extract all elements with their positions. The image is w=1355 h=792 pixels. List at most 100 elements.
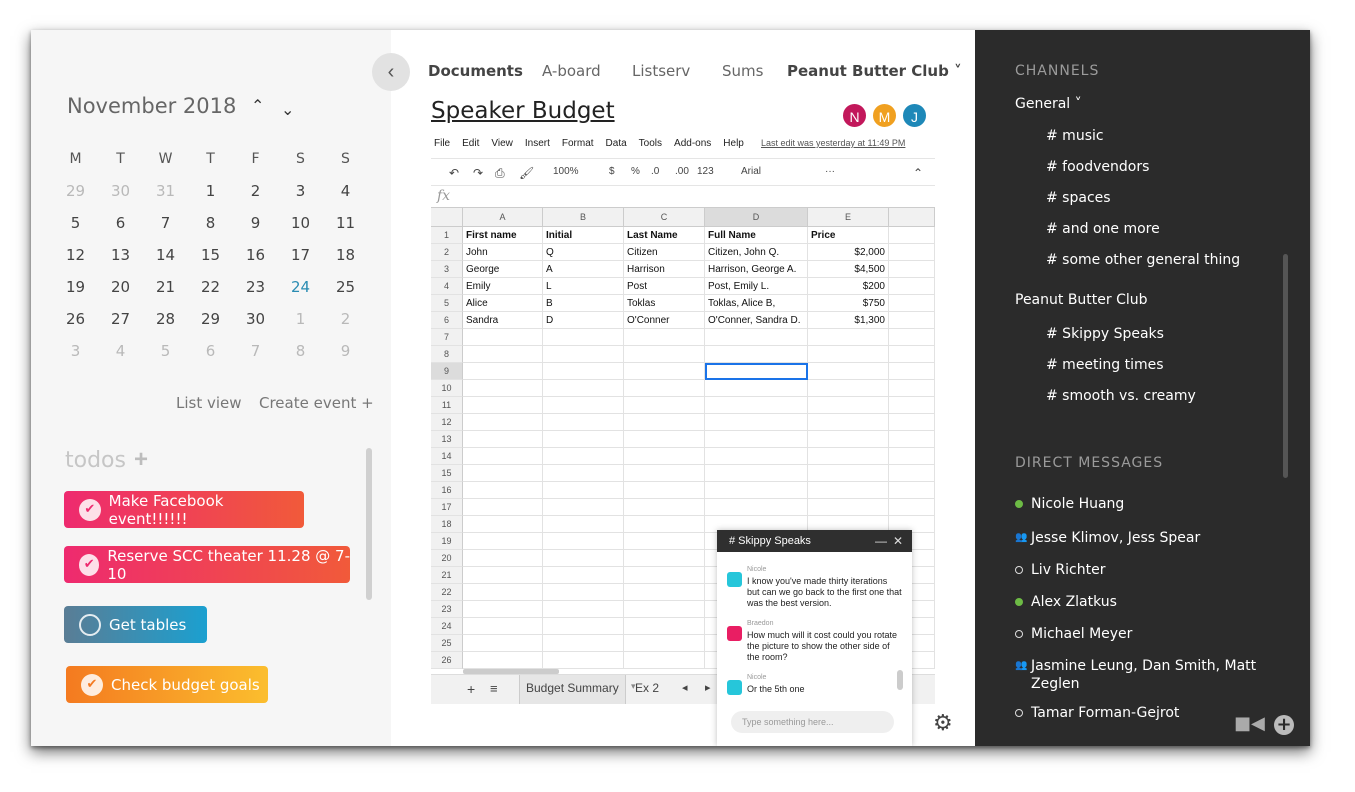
add-todo-button[interactable]: + — [134, 446, 148, 474]
grid-cell[interactable] — [808, 499, 889, 516]
calendar-day[interactable]: 29 — [53, 175, 98, 207]
last-edit-link[interactable]: Last edit was yesterday at 11:49 PM — [761, 138, 905, 148]
row-header[interactable]: 15 — [431, 465, 463, 482]
grid-cell[interactable] — [543, 516, 624, 533]
grid-cell[interactable] — [463, 499, 543, 516]
row-header[interactable]: 26 — [431, 652, 463, 669]
grid-cell[interactable]: First name — [463, 227, 543, 244]
grid-cell[interactable]: Harrison, George A. — [705, 261, 808, 278]
column-header[interactable]: D — [705, 208, 808, 227]
grid-cell[interactable] — [624, 363, 705, 380]
grid-cell[interactable] — [705, 414, 808, 431]
calendar-day[interactable]: 14 — [143, 239, 188, 271]
column-header[interactable]: E — [808, 208, 889, 227]
grid-cell[interactable]: Last Name — [624, 227, 705, 244]
grid-cell[interactable] — [543, 652, 624, 669]
video-icon[interactable]: ■◀ — [1234, 713, 1265, 734]
checkmark-icon[interactable]: ✔ — [81, 673, 103, 696]
grid-cell[interactable] — [463, 380, 543, 397]
grid-cell[interactable] — [624, 635, 705, 652]
row-header[interactable]: 14 — [431, 448, 463, 465]
channel-item[interactable]: # foodvendors — [1046, 159, 1149, 175]
close-icon[interactable]: ✕ — [893, 530, 903, 552]
grid-cell[interactable] — [624, 499, 705, 516]
grid-cell[interactable] — [808, 448, 889, 465]
menu-item[interactable]: Tools — [639, 138, 662, 149]
grid-cell[interactable] — [543, 601, 624, 618]
grid-cell[interactable]: B — [543, 295, 624, 312]
channel-item[interactable]: # Skippy Speaks — [1046, 326, 1164, 342]
grid-cell[interactable] — [543, 550, 624, 567]
grid-cell[interactable] — [705, 431, 808, 448]
calendar-day[interactable]: 23 — [233, 271, 278, 303]
grid-cell[interactable] — [463, 465, 543, 482]
grid-cell[interactable] — [889, 363, 935, 380]
grid-cell[interactable] — [889, 380, 935, 397]
grid-cell[interactable]: A — [543, 261, 624, 278]
grid-cell[interactable] — [889, 499, 935, 516]
collapse-toolbar-icon[interactable]: ⌃ — [913, 166, 923, 180]
grid-cell[interactable] — [889, 312, 935, 329]
row-header[interactable]: 13 — [431, 431, 463, 448]
grid-cell[interactable] — [808, 397, 889, 414]
grid-cell[interactable]: Post — [624, 278, 705, 295]
todo-item[interactable]: ✔ Check budget goals — [66, 666, 268, 703]
grid-cell[interactable]: $4,500 — [808, 261, 889, 278]
menu-item[interactable]: Insert — [525, 138, 550, 149]
grid-cell[interactable] — [624, 516, 705, 533]
grid-cell[interactable] — [624, 346, 705, 363]
row-header[interactable]: 23 — [431, 601, 463, 618]
grid-cell[interactable] — [889, 295, 935, 312]
grid-cell[interactable] — [889, 227, 935, 244]
grid-cell[interactable] — [463, 363, 543, 380]
calendar-day[interactable]: 25 — [323, 271, 368, 303]
row-header[interactable]: 6 — [431, 312, 463, 329]
column-header[interactable] — [889, 208, 935, 227]
row-header[interactable]: 20 — [431, 550, 463, 567]
grid-cell[interactable]: Toklas, Alice B, — [705, 295, 808, 312]
grid-cell[interactable] — [889, 346, 935, 363]
tab-sums[interactable]: Sums — [722, 62, 763, 80]
chat-scrollbar[interactable] — [897, 670, 903, 690]
row-header[interactable]: 8 — [431, 346, 463, 363]
zoom-select[interactable]: 100% — [553, 166, 579, 177]
row-header[interactable]: 24 — [431, 618, 463, 635]
calendar-day[interactable]: 28 — [143, 303, 188, 335]
column-header[interactable]: A — [463, 208, 543, 227]
grid-cell[interactable] — [543, 618, 624, 635]
grid-cell[interactable] — [624, 380, 705, 397]
sidebar-scrollbar[interactable] — [1283, 254, 1288, 478]
grid-cell[interactable]: O'Conner, Sandra D. — [705, 312, 808, 329]
grid-cell[interactable] — [463, 482, 543, 499]
calendar-day[interactable]: 8 — [188, 207, 233, 239]
grid-cell[interactable] — [624, 431, 705, 448]
calendar-day[interactable]: 31 — [143, 175, 188, 207]
grid-cell[interactable] — [624, 465, 705, 482]
grid-cell[interactable] — [705, 329, 808, 346]
calendar-day[interactable]: 30 — [233, 303, 278, 335]
all-sheets-icon[interactable]: ≡ — [490, 681, 498, 696]
grid-cell[interactable] — [624, 482, 705, 499]
grid-cell[interactable] — [463, 516, 543, 533]
grid-cell[interactable] — [624, 567, 705, 584]
add-sheet-icon[interactable]: + — [467, 681, 475, 697]
grid-cell[interactable]: Post, Emily L. — [705, 278, 808, 295]
grid-cell[interactable] — [705, 363, 808, 380]
grid-cell[interactable] — [808, 431, 889, 448]
calendar-day[interactable]: 10 — [278, 207, 323, 239]
grid-cell[interactable] — [889, 448, 935, 465]
calendar-day[interactable]: 9 — [323, 335, 368, 367]
grid-cell[interactable] — [624, 329, 705, 346]
row-header[interactable]: 7 — [431, 329, 463, 346]
grid-cell[interactable]: Q — [543, 244, 624, 261]
grid-cell[interactable] — [463, 533, 543, 550]
channel-item[interactable]: # meeting times — [1046, 357, 1164, 373]
prev-month-button[interactable]: ⌃ — [251, 96, 264, 116]
grid-cell[interactable] — [808, 380, 889, 397]
row-header[interactable]: 18 — [431, 516, 463, 533]
row-header[interactable]: 19 — [431, 533, 463, 550]
grid-cell[interactable] — [543, 465, 624, 482]
grid-cell[interactable]: Toklas — [624, 295, 705, 312]
grid-cell[interactable] — [463, 397, 543, 414]
row-header[interactable]: 25 — [431, 635, 463, 652]
